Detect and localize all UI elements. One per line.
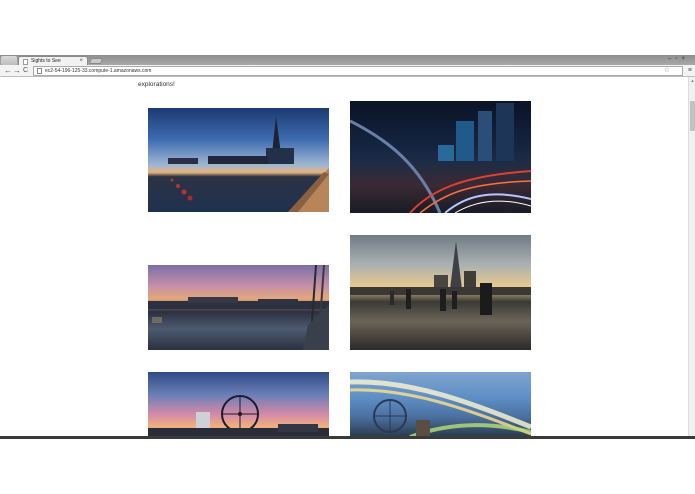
intro-paragraph: explorations!	[138, 77, 558, 89]
photo-art	[350, 241, 531, 315]
photo-london-eye-sunset[interactable]	[148, 372, 329, 437]
scroll-thumb[interactable]	[690, 101, 695, 131]
photo-art	[350, 103, 531, 213]
photo-thames-river-sunset[interactable]	[148, 265, 329, 350]
screen: Sights to See × –▫× ← → C ec2-54-196-125…	[0, 0, 695, 494]
vertical-scrollbar[interactable]: ▲	[688, 77, 695, 437]
forward-arrow-icon[interactable]: →	[13, 66, 21, 76]
taskbar-edge	[0, 436, 695, 439]
bookmark-star-icon[interactable]: ☆	[664, 67, 670, 75]
photo-art	[148, 395, 329, 437]
address-bar[interactable]: ec2-54-196-125-33.compute-1.amazonaws.co…	[33, 66, 692, 76]
photo-art	[350, 379, 531, 437]
photo-shard-thames-dusk[interactable]	[148, 108, 329, 212]
browser-logo-icon	[1, 56, 17, 65]
photo-london-eye-light-trails[interactable]	[350, 372, 531, 437]
photo-shard-riverside-pier[interactable]	[350, 235, 531, 350]
reload-icon[interactable]: C	[23, 66, 28, 76]
photo-art	[168, 116, 329, 212]
page-icon	[37, 68, 42, 74]
scroll-up-arrow-icon[interactable]: ▲	[689, 78, 695, 83]
close-tab-icon[interactable]: ×	[79, 57, 83, 65]
url-text: ec2-54-196-125-33.compute-1.amazonaws.co…	[45, 68, 152, 74]
window-controls[interactable]: –▫×	[668, 55, 689, 64]
photo-art	[148, 265, 329, 350]
tab-title: Sights to See	[31, 58, 61, 64]
intro-visible-line: explorations!	[138, 81, 175, 88]
menu-icon[interactable]: ≡	[688, 67, 692, 75]
back-arrow-icon[interactable]: ←	[4, 66, 12, 76]
new-tab-button[interactable]	[88, 58, 104, 64]
page-viewport: explorations!	[0, 77, 695, 437]
tab-strip	[0, 55, 695, 65]
photo-city-highway-night[interactable]	[350, 101, 531, 213]
intro-clipped-line	[138, 77, 140, 80]
